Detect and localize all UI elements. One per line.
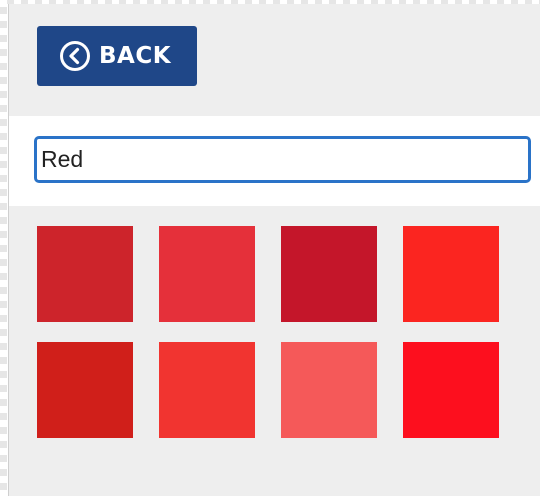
toolbar: BACK <box>9 4 540 116</box>
color-swatch[interactable] <box>403 342 499 438</box>
chevron-left-circle-icon <box>59 40 91 72</box>
back-button-label: BACK <box>99 43 172 69</box>
search-input[interactable] <box>34 136 531 183</box>
color-picker-panel: BACK <box>8 4 540 496</box>
search-band <box>9 116 540 206</box>
color-swatch[interactable] <box>37 342 133 438</box>
back-button[interactable]: BACK <box>37 26 197 86</box>
color-swatch[interactable] <box>281 226 377 322</box>
color-swatch[interactable] <box>159 342 255 438</box>
color-swatch[interactable] <box>403 226 499 322</box>
color-swatch[interactable] <box>37 226 133 322</box>
color-swatch[interactable] <box>281 342 377 438</box>
transparency-strip-left <box>0 0 7 496</box>
color-swatch[interactable] <box>159 226 255 322</box>
